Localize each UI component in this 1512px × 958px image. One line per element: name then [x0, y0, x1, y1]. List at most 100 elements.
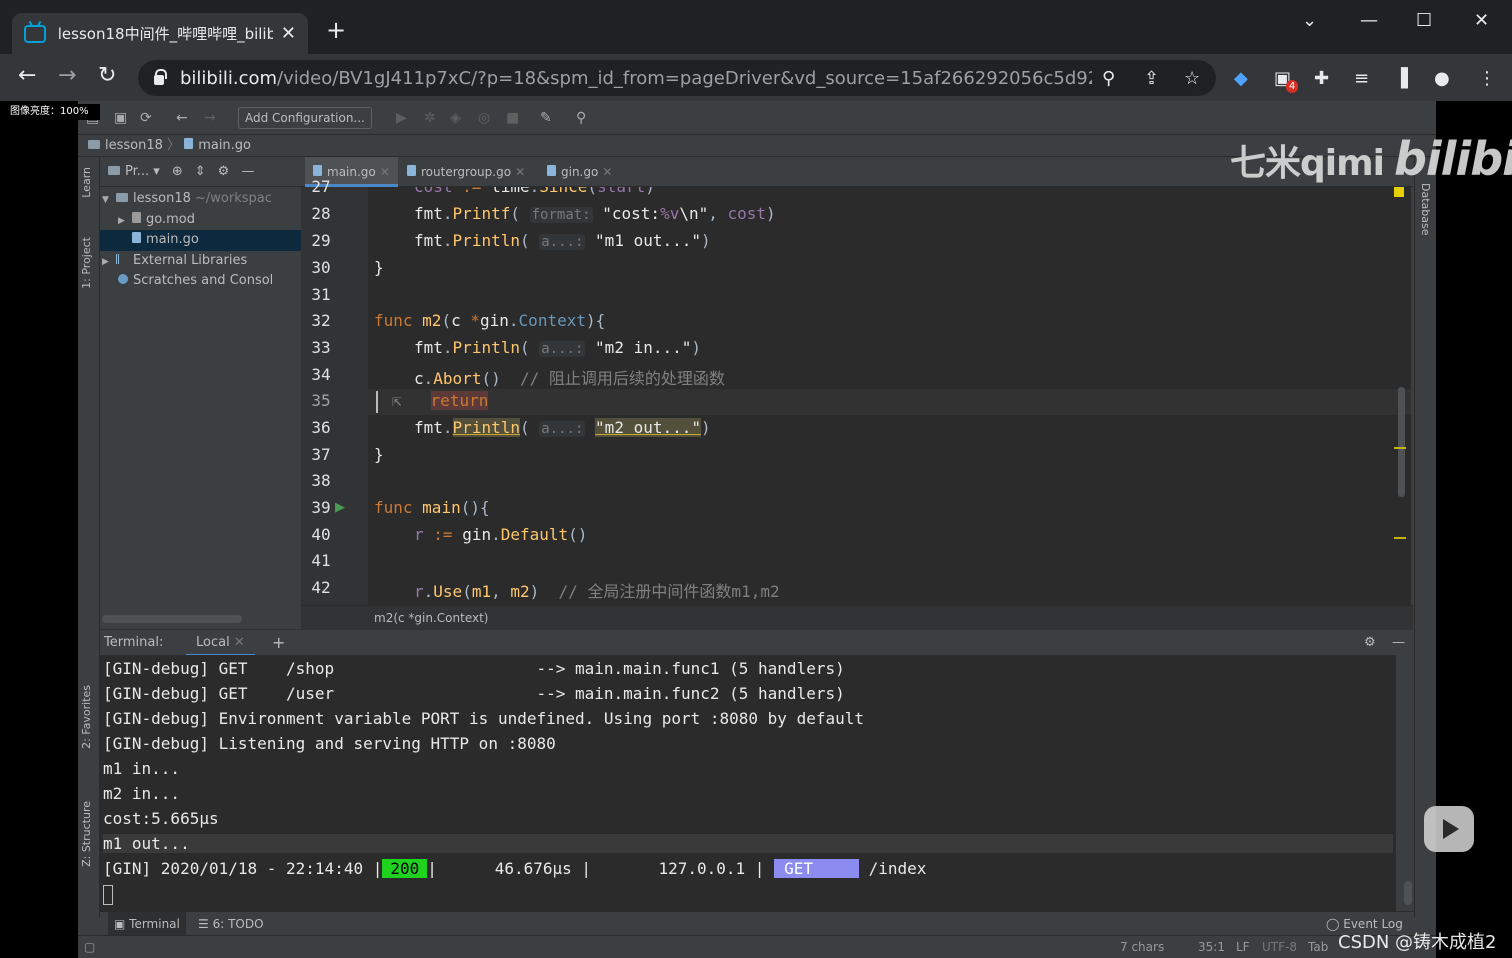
close-window-button[interactable]: ✕ — [1474, 10, 1489, 31]
editor-scrollbar[interactable] — [1398, 387, 1405, 497]
method-get-badge: GET — [774, 859, 859, 878]
forward-nav-icon[interactable]: → — [204, 110, 216, 126]
project-view-selector[interactable]: Pr... ▾ — [108, 164, 160, 179]
back-nav-icon[interactable]: ← — [176, 110, 188, 126]
terminal-header: Terminal: Local ✕ + ⚙ — — [100, 629, 1414, 656]
code-line-33: fmt.Println( a...: "m2 in...") — [414, 338, 702, 357]
gin-log-line: [GIN] 2020/01/18 - 22:14:40 | 200 | 46.676… — [103, 859, 927, 878]
hide-panel-icon[interactable]: — — [241, 164, 254, 179]
current-line-highlight — [368, 389, 1411, 415]
expand-arrow-icon[interactable]: ▼ — [102, 190, 116, 211]
forward-icon[interactable]: → — [58, 64, 76, 88]
code-editor[interactable]: cost := time.Since(start) fmt.Printf( fo… — [368, 187, 1411, 605]
expand-arrow-icon[interactable]: ▶ — [102, 252, 116, 273]
run-icon[interactable]: ▶ — [396, 110, 407, 126]
warning-marker[interactable] — [1394, 447, 1406, 449]
minimize-button[interactable]: — — [1360, 10, 1378, 31]
lock-icon[interactable] — [154, 69, 167, 85]
gem-extension-icon[interactable]: ◆ — [1234, 68, 1248, 89]
tree-item-main-go[interactable]: main.go — [100, 230, 301, 251]
stop-icon[interactable]: ■ — [506, 110, 519, 126]
editor-breadcrumb[interactable]: m2(c *gin.Context) — [301, 605, 1413, 629]
tab-title: lesson18中间件_哔哩哔哩_bilibili — [57, 25, 273, 43]
close-tab-icon[interactable]: ✕ — [380, 165, 390, 179]
expand-arrow-icon[interactable]: ▶ — [118, 211, 132, 232]
add-configuration-button[interactable]: Add Configuration... — [238, 107, 372, 129]
extension-icon[interactable]: ✚ — [1314, 68, 1329, 89]
tree-item-scratches[interactable]: Scratches and Consol — [100, 271, 301, 292]
new-terminal-button[interactable]: + — [272, 630, 285, 656]
terminal-cursor — [103, 885, 113, 905]
line-number: 33 — [311, 338, 331, 357]
close-tab-icon[interactable]: ✕ — [515, 165, 525, 179]
maximize-button[interactable]: ☐ — [1416, 10, 1432, 31]
collapse-icon[interactable]: ⇕ — [195, 164, 206, 179]
locate-icon[interactable]: ⊕ — [172, 164, 183, 179]
tab-gin-go[interactable]: gin.go ✕ — [539, 157, 620, 187]
todo-tool-tab[interactable]: ☰ 6: TODO — [198, 912, 264, 936]
url-text[interactable]: bilibili.com/video/BV1gJ411p7xC/?p=18&sp… — [180, 68, 1092, 89]
csdn-watermark: CSDN @铸木成植2 — [1338, 932, 1497, 953]
breadcrumb-file[interactable]: main.go — [198, 138, 251, 153]
project-scrollbar[interactable] — [102, 615, 242, 623]
reading-list-icon[interactable]: ≡ — [1354, 68, 1369, 89]
terminal-tab-local[interactable]: Local ✕ — [186, 630, 255, 656]
status-encoding[interactable]: UTF-8 — [1262, 936, 1297, 958]
breadcrumb-project[interactable]: lesson18 — [105, 138, 163, 153]
profile-icon[interactable]: ● — [1434, 68, 1450, 89]
close-tab-icon[interactable]: ✕ — [602, 165, 612, 179]
tab-routergroup-go[interactable]: routergroup.go ✕ — [399, 157, 533, 187]
warning-marker[interactable] — [1394, 537, 1406, 539]
text-caret — [376, 391, 378, 413]
project-panel-header: Pr... ▾ ⊕ ⇕ ⚙ — — [100, 157, 301, 187]
terminal-line: m1 out... — [103, 834, 1393, 853]
profile-run-icon[interactable]: ◎ — [478, 110, 490, 126]
ide-window: ▤ ▣ ⟳ ← → Add Configuration... ▶ ✲ ◈ ◎ ■… — [78, 101, 1436, 958]
tab-search-icon[interactable]: ⌄ — [1302, 10, 1317, 31]
code-line-36: fmt.Println( a...: "m2 out...") — [414, 418, 711, 437]
status-caret-position[interactable]: 35:1 — [1198, 936, 1225, 958]
debug-icon[interactable]: ✲ — [424, 110, 436, 126]
layout-toggle-icon[interactable]: ▢ — [84, 936, 95, 958]
status-indent[interactable]: Tab — [1308, 936, 1328, 958]
coverage-icon[interactable]: ◈ — [450, 110, 461, 126]
favorites-tab[interactable]: 2: Favorites — [80, 685, 93, 749]
structure-tab[interactable]: Z: Structure — [80, 801, 93, 867]
sync-icon[interactable]: ⟳ — [140, 110, 152, 126]
close-tab-icon[interactable]: ✕ — [281, 23, 296, 44]
terminal-output[interactable]: [GIN-debug] GET /shop --> main.main.func… — [100, 655, 1396, 911]
mod-file-icon — [132, 211, 141, 223]
back-icon[interactable]: ← — [18, 64, 36, 88]
tree-item-lesson18[interactable]: ▼ lesson18 ~/workspac — [100, 189, 301, 210]
new-tab-button[interactable]: + — [326, 18, 346, 42]
tree-item-go-mod[interactable]: ▶ go.mod — [100, 210, 301, 231]
terminal-scrollbar[interactable] — [1404, 881, 1412, 905]
terminal-settings-icon[interactable]: ⚙ — [1364, 630, 1376, 656]
tree-item-external-libraries[interactable]: ▶ External Libraries — [100, 251, 301, 272]
terminal-hide-icon[interactable]: — — [1392, 630, 1405, 656]
code-line-35: ⇱ return — [392, 391, 489, 410]
bilibili-play-icon[interactable] — [1424, 806, 1474, 852]
search-icon[interactable]: ⚲ — [576, 110, 586, 126]
browser-tab[interactable]: lesson18中间件_哔哩哔哩_bilibili ✕ — [12, 13, 308, 54]
inspection-status-icon[interactable] — [1394, 187, 1404, 197]
wrench-icon[interactable]: ✎ — [540, 110, 552, 126]
code-line-28: fmt.Printf( format: "cost:%v\n", cost) — [414, 204, 776, 223]
side-panel-icon[interactable]: ▐ — [1394, 68, 1408, 89]
save-icon[interactable]: ▣ — [114, 110, 127, 126]
run-gutter-icon[interactable]: ▶ — [335, 500, 345, 515]
settings-gear-icon[interactable]: ⚙ — [218, 164, 230, 179]
star-icon[interactable]: ☆ — [1184, 68, 1200, 89]
database-tab[interactable]: Database — [1419, 183, 1432, 236]
terminal-tool-tab[interactable]: ▣ Terminal — [108, 912, 186, 936]
share-icon[interactable]: ⇪ — [1144, 68, 1159, 89]
address-bar[interactable]: bilibili.com/video/BV1gJ411p7xC/?p=18&sp… — [138, 60, 1216, 96]
reload-icon[interactable]: ↻ — [98, 64, 116, 88]
terminal-line: cost:5.665µs — [103, 809, 219, 828]
zoom-icon[interactable]: ⚲ — [1102, 68, 1115, 89]
menu-icon[interactable]: ⋮ — [1478, 68, 1496, 89]
status-line-ending[interactable]: LF — [1236, 936, 1250, 958]
learn-tab[interactable]: Learn — [80, 167, 93, 198]
project-tab[interactable]: 1: Project — [80, 237, 93, 289]
close-tab-icon[interactable]: ✕ — [234, 635, 245, 650]
